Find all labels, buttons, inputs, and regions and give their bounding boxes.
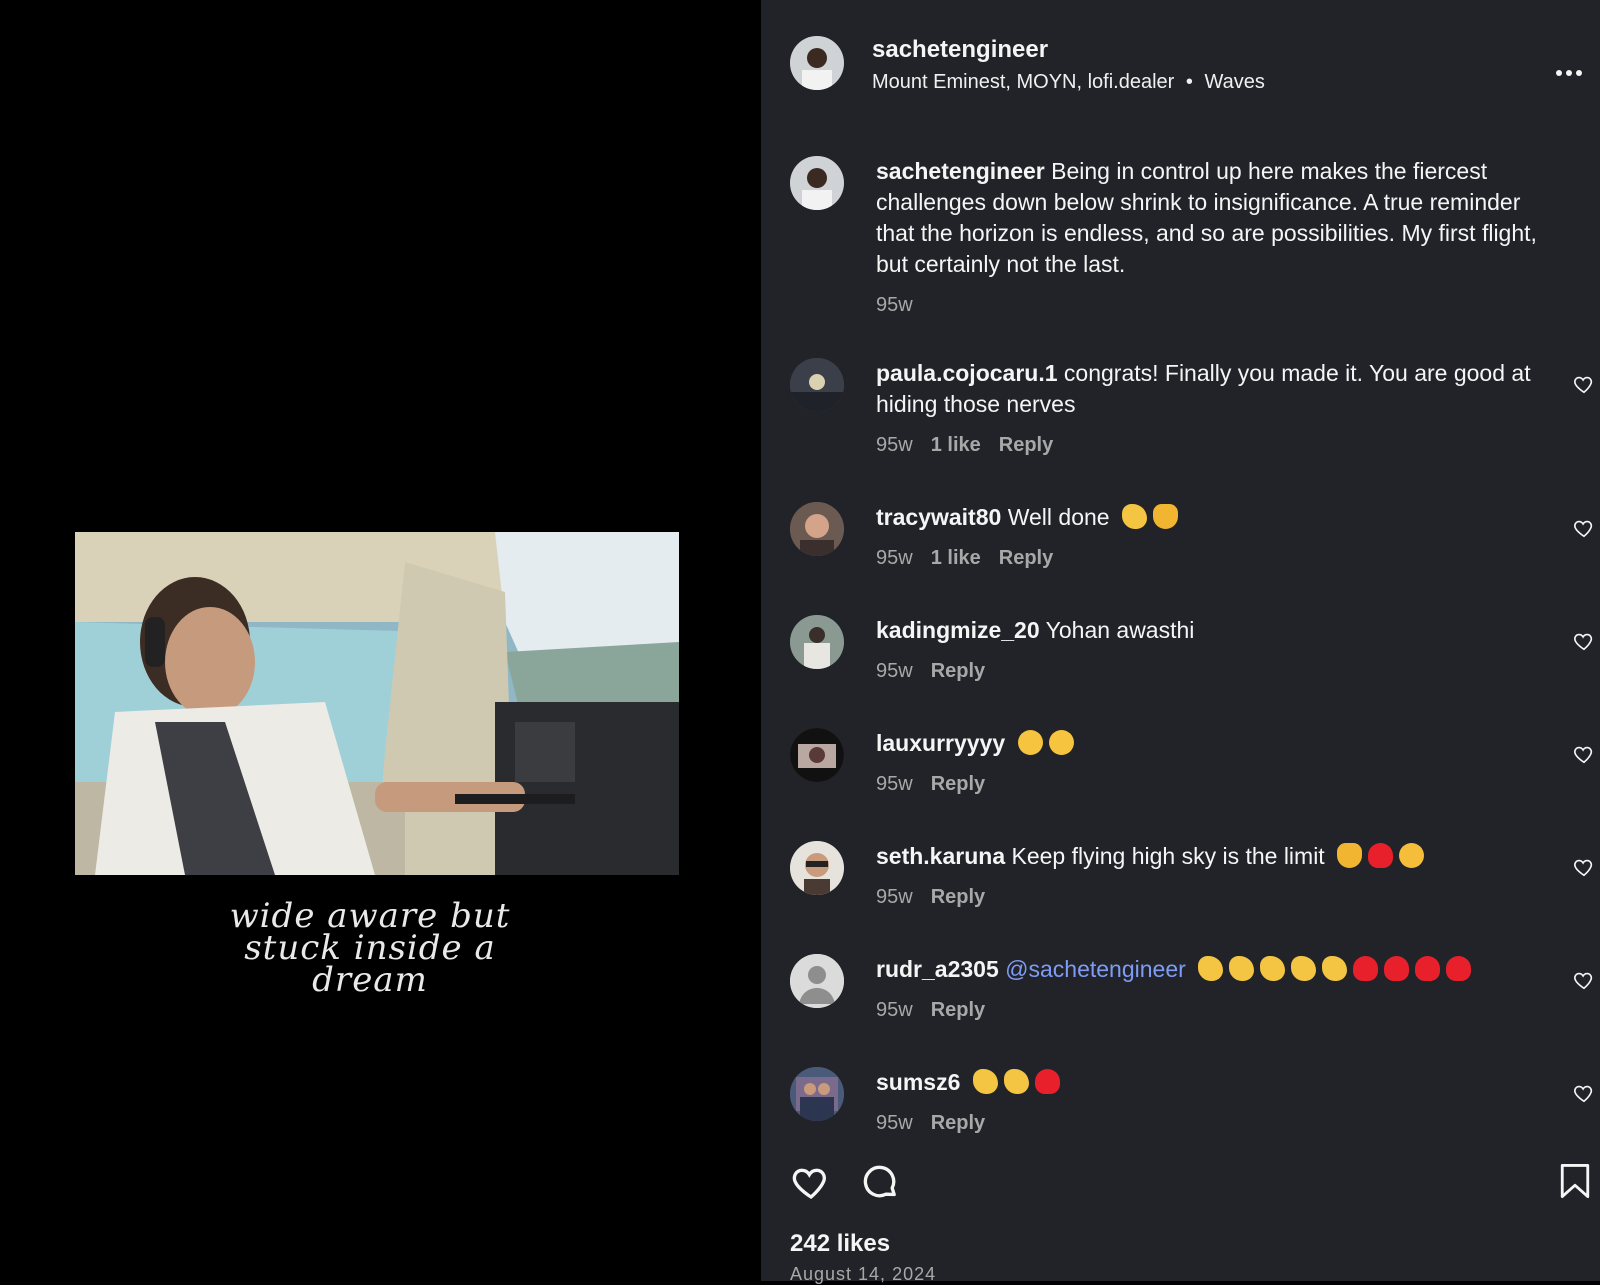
comment-username[interactable]: rudr_a2305 — [876, 956, 999, 982]
comment-time[interactable]: 95w — [876, 547, 913, 569]
comment-text: Well done — [1007, 504, 1110, 530]
comment-icon[interactable] — [860, 1162, 900, 1202]
heart-eyes-face-emoji — [1399, 843, 1425, 868]
reply-button[interactable]: Reply — [999, 434, 1053, 456]
clapping-hands-emoji — [1260, 956, 1286, 981]
comment-text: Yohan awasthi — [1045, 617, 1195, 643]
red-heart-emoji — [1034, 1069, 1060, 1094]
avatar[interactable] — [790, 156, 844, 210]
comment-time[interactable]: 95w — [876, 1112, 913, 1134]
reply-button[interactable]: Reply — [931, 660, 985, 682]
raising-hands-emoji — [1337, 843, 1363, 868]
comment-username[interactable]: tracywait80 — [876, 504, 1001, 530]
red-heart-emoji — [1368, 843, 1394, 868]
post-actions — [790, 1160, 1590, 1200]
like-comment-heart-icon[interactable] — [1573, 1082, 1595, 1104]
clapping-hands-emoji — [1322, 956, 1348, 981]
default-avatar[interactable] — [790, 954, 844, 1008]
like-comment-heart-icon[interactable] — [1573, 630, 1595, 652]
more-options-icon[interactable] — [1555, 52, 1583, 84]
reply-button[interactable]: Reply — [931, 886, 985, 908]
reply-button[interactable]: Reply — [999, 547, 1053, 569]
astonished-face-emoji — [1017, 730, 1043, 755]
comment-likes[interactable]: 1 like — [931, 434, 981, 456]
comment-time[interactable]: 95w — [876, 294, 913, 316]
cockpit-image — [75, 532, 679, 875]
like-comment-heart-icon[interactable] — [1573, 856, 1595, 878]
comment-username[interactable]: sumsz6 — [876, 1069, 960, 1095]
reply-button[interactable]: Reply — [931, 1112, 985, 1134]
post-video[interactable] — [75, 532, 679, 875]
comment-username[interactable]: lauxurryyyy — [876, 730, 1005, 756]
comment-username[interactable]: paula.cojocaru.1 — [876, 360, 1058, 386]
astonished-face-emoji — [1048, 730, 1074, 755]
clapping-hands-emoji — [1229, 956, 1255, 981]
comment-time[interactable]: 95w — [876, 660, 913, 682]
avatar[interactable] — [790, 358, 844, 412]
likes-count[interactable]: 242 likes — [790, 1230, 890, 1258]
bookmark-icon[interactable] — [1558, 1162, 1592, 1200]
clapping-hands-emoji — [972, 1069, 998, 1094]
comment-time[interactable]: 95w — [876, 999, 913, 1021]
clapping-hands-emoji — [1003, 1069, 1029, 1094]
subtitle-separator: • — [1185, 71, 1193, 93]
avatar[interactable] — [790, 728, 844, 782]
clapping-hands-emoji — [1121, 504, 1147, 529]
reply-button[interactable]: Reply — [931, 773, 985, 795]
heart-icon[interactable] — [790, 1162, 832, 1202]
comment-time[interactable]: 95w — [876, 434, 913, 456]
comment-time[interactable]: 95w — [876, 886, 913, 908]
video-caption-art: wide aware but stuck inside a dream — [229, 896, 511, 1000]
author-avatar[interactable] — [790, 36, 844, 90]
like-comment-heart-icon[interactable] — [1573, 517, 1595, 539]
reply-button[interactable]: Reply — [931, 999, 985, 1021]
like-comment-heart-icon[interactable] — [1573, 373, 1595, 395]
red-heart-emoji — [1415, 956, 1441, 981]
red-heart-emoji — [1384, 956, 1410, 981]
red-heart-emoji — [1353, 956, 1379, 981]
avatar[interactable] — [790, 1067, 844, 1121]
comment-username[interactable]: kadingmize_20 — [876, 617, 1040, 643]
comment-likes[interactable]: 1 like — [931, 547, 981, 569]
clapping-hands-emoji — [1198, 956, 1224, 981]
post-date: August 14, 2024 — [790, 1264, 937, 1284]
comment-username[interactable]: seth.karuna — [876, 843, 1005, 869]
avatar[interactable] — [790, 502, 844, 556]
like-comment-heart-icon[interactable] — [1573, 969, 1595, 991]
red-heart-emoji — [1446, 956, 1472, 981]
comment-text: Keep flying high sky is the limit — [1011, 843, 1325, 869]
post-header: sachetengineer Mount Eminest, MOYN, lofi… — [790, 36, 1590, 96]
like-comment-heart-icon[interactable] — [1573, 743, 1595, 765]
post-subtitle: Mount Eminest, MOYN, lofi.dealer • Waves — [872, 71, 1265, 94]
media-panel: wide aware but stuck inside a dream — [0, 0, 761, 1281]
user-mention-link[interactable]: @sachetengineer — [1005, 956, 1186, 982]
comment-username[interactable]: sachetengineer — [876, 158, 1045, 184]
clapping-hands-emoji — [1291, 956, 1317, 981]
author-username[interactable]: sachetengineer — [872, 36, 1048, 64]
comment-time[interactable]: 95w — [876, 773, 913, 795]
avatar[interactable] — [790, 615, 844, 669]
audio-link[interactable]: Waves — [1204, 71, 1264, 93]
avatar[interactable] — [790, 841, 844, 895]
raising-hands-emoji — [1152, 504, 1178, 529]
location-link[interactable]: Mount Eminest, MOYN, lofi.dealer — [872, 71, 1174, 93]
